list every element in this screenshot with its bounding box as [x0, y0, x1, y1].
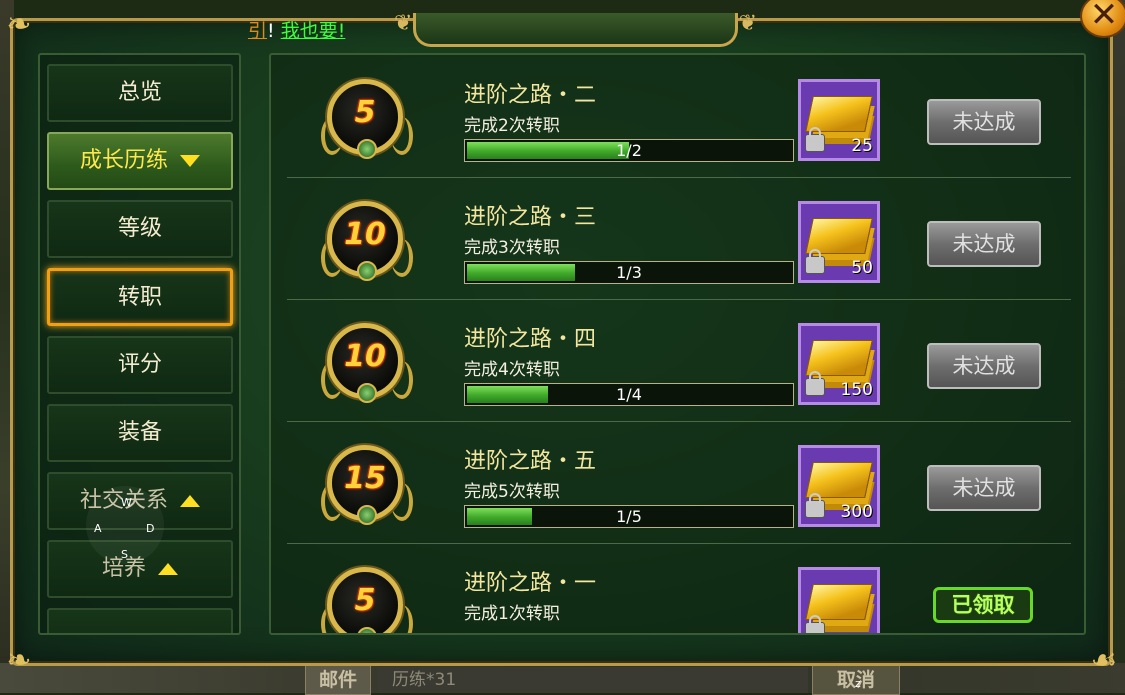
status-button[interactable]: 未达成 — [927, 221, 1041, 267]
scroll-right-icon: ❦ — [738, 11, 757, 36]
game-bottom-bar: 邮件 历练*31 取消 z — [0, 663, 1125, 695]
task-row: 15 进阶之路・五 完成5次转职 1/5 300 未达成 — [287, 421, 1071, 544]
task-title: 进阶之路・二 — [464, 83, 597, 108]
guide-prefix[interactable]: 引 — [248, 20, 267, 42]
joystick-key-down: S — [121, 548, 128, 561]
sidebar-item-score[interactable]: 评分 — [47, 336, 233, 394]
guide-link[interactable]: 我也要! — [281, 20, 346, 42]
virtual-joystick[interactable]: W A D S — [86, 486, 164, 564]
lock-icon — [805, 249, 825, 274]
reward-count: 300 — [840, 502, 873, 522]
mail-button[interactable]: 邮件 — [305, 665, 371, 695]
task-description: 完成1次转职 — [464, 604, 560, 624]
reward-count: 50 — [851, 258, 873, 278]
progress-text: 1/3 — [616, 263, 642, 282]
sidebar-item-label: 等级 — [117, 216, 162, 241]
reward-gold-item[interactable]: 300 — [798, 445, 880, 527]
sidebar-item-job-change[interactable]: 转职 — [47, 268, 233, 326]
task-row: 5 进阶之路・一 完成1次转职 已领取 — [287, 543, 1071, 633]
reward-count: 25 — [851, 136, 873, 156]
triangle-up-icon — [180, 495, 200, 507]
task-description: 完成3次转职 — [464, 238, 560, 258]
progress-text: 1/4 — [616, 385, 642, 404]
triangle-down-icon — [180, 155, 200, 167]
close-icon: ✕ — [1089, 0, 1119, 35]
sidebar-item-equipment[interactable]: 装备 — [47, 404, 233, 462]
joystick-key-left: A — [94, 522, 102, 535]
sidebar-item-label: 总览 — [117, 80, 162, 105]
medal-icon: 15 — [321, 445, 413, 527]
medal-icon: 10 — [321, 201, 413, 283]
progress-bar: 1/4 — [464, 383, 794, 406]
task-row: 5 进阶之路・二 完成2次转职 1/2 25 未达成 — [287, 55, 1071, 178]
progress-text: 1/5 — [616, 507, 642, 526]
joystick-key-up: W — [121, 496, 132, 509]
medal-number: 10 — [344, 217, 386, 252]
title-ornament: ❦ ❦ — [394, 11, 757, 47]
joystick-key-right: D — [146, 522, 155, 535]
lock-icon — [805, 127, 825, 152]
medal-number: 5 — [354, 95, 376, 130]
task-description: 完成2次转职 — [464, 116, 560, 136]
guide-exclaim: ! — [267, 20, 275, 42]
progress-bar: 1/5 — [464, 505, 794, 528]
task-title: 进阶之路・一 — [464, 571, 597, 596]
task-title: 进阶之路・五 — [464, 449, 597, 474]
corner-ornament-icon: ☙ — [1090, 643, 1118, 678]
sidebar-item-growth[interactable]: 成长历练 — [47, 132, 233, 190]
reward-count: 150 — [840, 380, 873, 400]
triangle-up-icon — [158, 563, 178, 575]
task-row: 10 进阶之路・三 完成3次转职 1/3 50 未达成 — [287, 177, 1071, 300]
sidebar-item-partial[interactable] — [47, 608, 233, 633]
medal-icon: 5 — [321, 567, 413, 633]
task-title: 进阶之路・三 — [464, 205, 597, 230]
progress-text: 1/2 — [616, 141, 642, 160]
reward-gold-item[interactable]: 25 — [798, 79, 880, 161]
sidebar-item-overview[interactable]: 总览 — [47, 64, 233, 122]
task-row: 10 进阶之路・四 完成4次转职 1/4 150 未达成 — [287, 299, 1071, 422]
lock-icon — [805, 371, 825, 396]
sidebar-item-label: 评分 — [117, 352, 162, 377]
sidebar-item-level[interactable]: 等级 — [47, 200, 233, 258]
task-description: 完成5次转职 — [464, 482, 560, 502]
experience-text: 历练*31 — [378, 667, 808, 693]
progress-bar: 1/3 — [464, 261, 794, 284]
game-world-right-edge — [1111, 0, 1125, 693]
medal-icon: 5 — [321, 79, 413, 161]
corner-ornament-icon: ❧ — [6, 643, 32, 678]
lock-icon — [805, 493, 825, 518]
guide-text: 引! 我也要! — [248, 16, 345, 43]
medal-number: 5 — [354, 583, 376, 618]
status-button[interactable]: 未达成 — [927, 99, 1041, 145]
progress-bar: 1/2 — [464, 139, 794, 162]
medal-number: 15 — [344, 461, 386, 496]
sidebar-item-label: 成长历练 — [79, 148, 168, 173]
reward-gold-item[interactable]: 150 — [798, 323, 880, 405]
sidebar-item-label: 装备 — [117, 420, 162, 445]
scroll-left-icon: ❦ — [394, 11, 413, 36]
status-button[interactable]: 未达成 — [927, 465, 1041, 511]
task-list[interactable]: 5 进阶之路・二 完成2次转职 1/2 25 未达成 10 进阶之路・三 完成3… — [269, 53, 1086, 635]
medal-icon: 10 — [321, 323, 413, 405]
task-description: 完成4次转职 — [464, 360, 560, 380]
medal-number: 10 — [344, 339, 386, 374]
task-title: 进阶之路・四 — [464, 327, 597, 352]
reward-gold-item[interactable] — [798, 567, 880, 633]
lock-icon — [805, 615, 825, 633]
sidebar-item-label: 转职 — [117, 285, 162, 310]
corner-ornament-icon: ❧ — [6, 7, 32, 42]
status-button[interactable]: 未达成 — [927, 343, 1041, 389]
key-hint: z — [855, 677, 861, 690]
claimed-badge: 已领取 — [933, 587, 1033, 623]
reward-gold-item[interactable]: 50 — [798, 201, 880, 283]
